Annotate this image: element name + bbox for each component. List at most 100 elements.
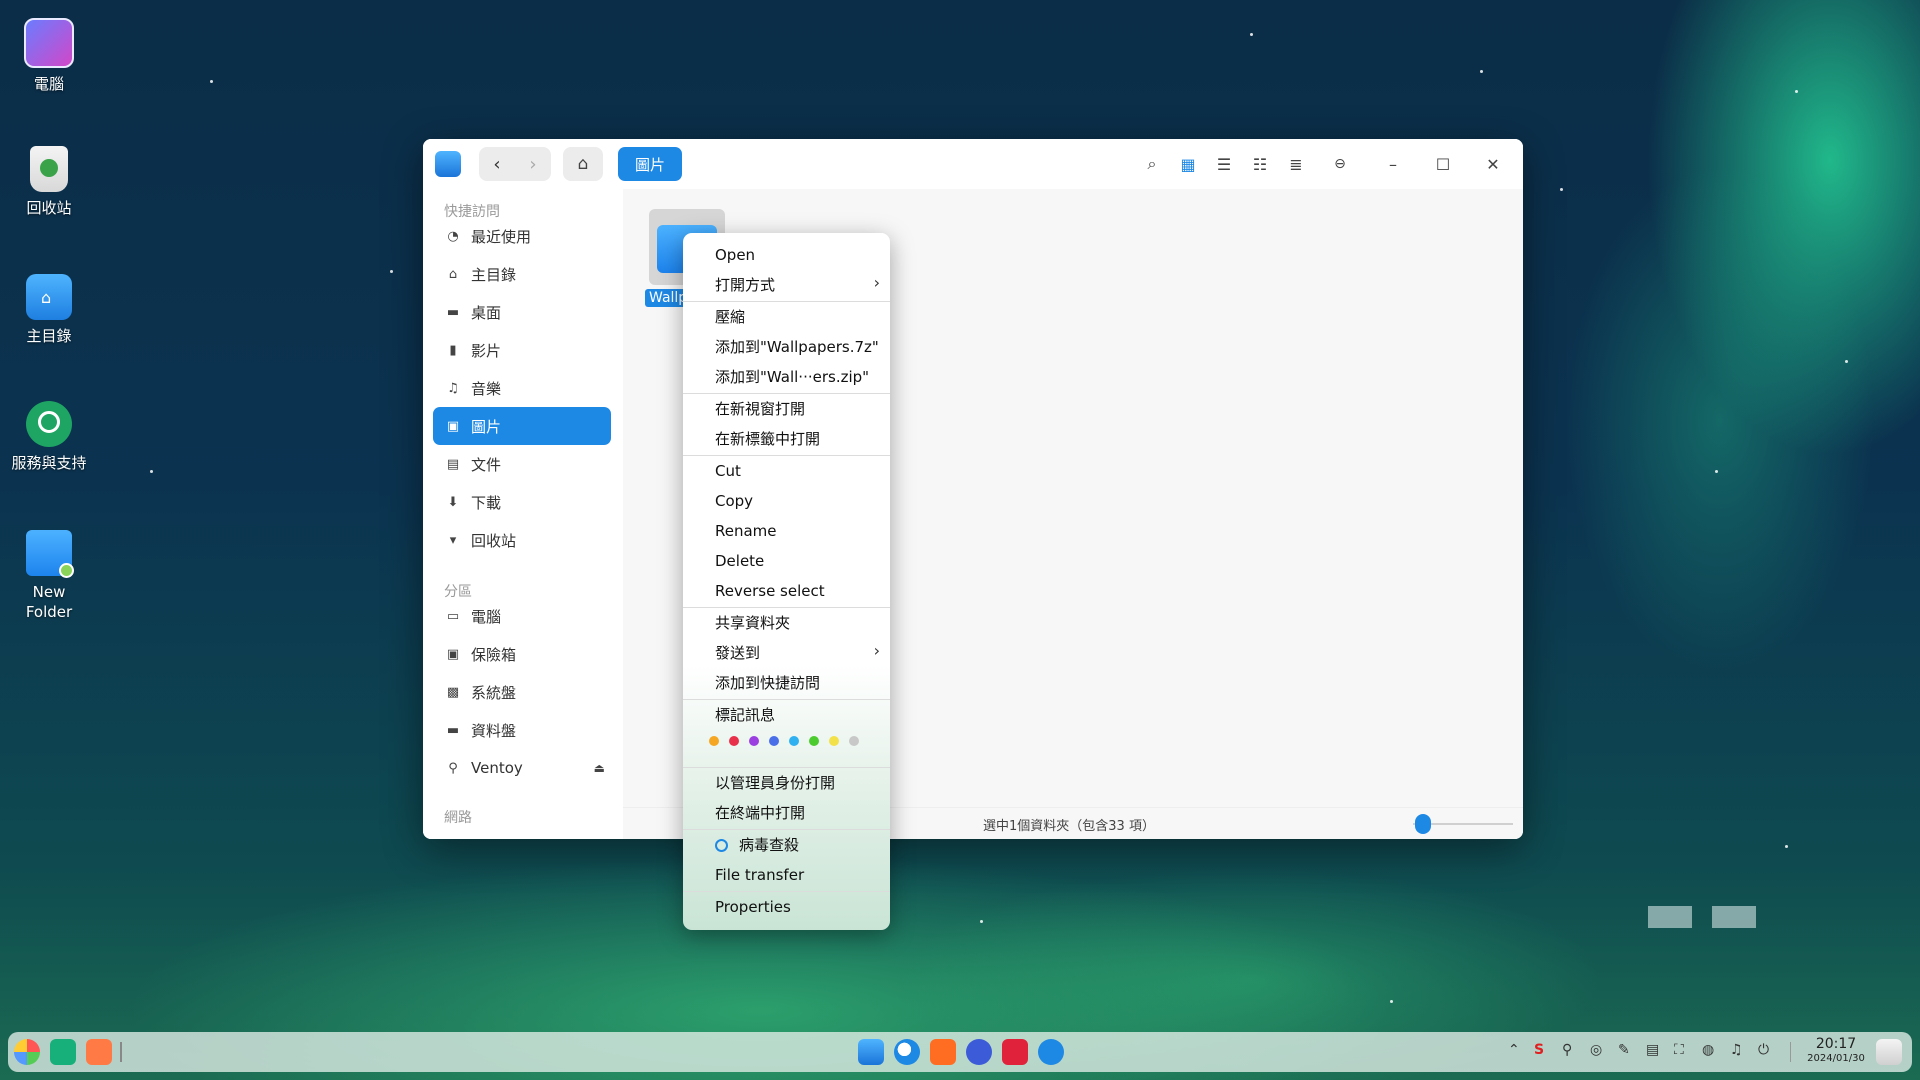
menu-item-share-folder[interactable]: 共享資料夾: [715, 611, 790, 635]
sidebar-item-label: 圖片: [471, 417, 502, 436]
sidebar: 快捷訪問 ◔ 最近使用 ⌂ 主目錄 ▬ 桌面 ▮ 影片 ♫ 音樂 ▣ 圖片 ▤ 文件 ⬇ 下載 …: [423, 189, 623, 839]
sidebar-item-pictures[interactable]: ▣ 圖片: [433, 407, 611, 445]
tree-view-icon[interactable]: ☷: [1243, 147, 1277, 181]
menu-item-open-as-admin[interactable]: 以管理員身份打開: [715, 771, 835, 795]
menu-item-virus-scan[interactable]: 病毒查殺: [739, 833, 799, 857]
menu-item-delete[interactable]: Delete: [715, 549, 764, 573]
sidebar-item-trash[interactable]: ▾ 回收站: [433, 521, 611, 559]
tag-color-dot[interactable]: [809, 736, 819, 746]
menu-separator: [683, 699, 890, 700]
terminal-icon[interactable]: [1002, 1039, 1028, 1065]
document-icon: ▤: [446, 456, 460, 472]
maximize-button[interactable]: ☐: [1423, 147, 1463, 181]
clock-time: 20:17: [1815, 1036, 1857, 1052]
usb-tray-icon[interactable]: ⚲: [1562, 1042, 1572, 1058]
tag-color-dot[interactable]: [729, 736, 739, 746]
tray-expand-icon[interactable]: ⌃: [1508, 1042, 1520, 1058]
menu-item-tag-info[interactable]: 標記訊息: [715, 703, 775, 727]
menu-item-properties[interactable]: Properties: [715, 895, 791, 919]
menu-item-compress[interactable]: 壓縮: [715, 305, 745, 329]
desktop-icon-computer[interactable]: 電腦: [8, 18, 90, 94]
tag-color-dot[interactable]: [849, 736, 859, 746]
menu-item-copy[interactable]: Copy: [715, 489, 753, 513]
forward-button[interactable]: ›: [515, 147, 551, 181]
app-store-icon[interactable]: [930, 1039, 956, 1065]
screenshot-icon[interactable]: ⛶: [1674, 1042, 1684, 1058]
menu-item-open-with[interactable]: 打開方式: [715, 273, 775, 297]
power-icon[interactable]: ⏻: [1758, 1042, 1769, 1058]
breadcrumb-current[interactable]: 圖片: [618, 147, 682, 181]
search-icon[interactable]: ⌕: [1135, 147, 1169, 181]
menu-item-reverse-select[interactable]: Reverse select: [715, 579, 825, 603]
tag-color-dot[interactable]: [769, 736, 779, 746]
menu-item-add-zip[interactable]: 添加到"Wall···ers.zip": [715, 365, 869, 389]
sidebar-item-system-disk[interactable]: ▩ 系統盤: [433, 673, 611, 711]
tag-color-dot[interactable]: [709, 736, 719, 746]
clock[interactable]: 20:17 2024/01/30: [1806, 1036, 1866, 1066]
menu-separator: [683, 607, 890, 608]
home-button[interactable]: ⌂: [563, 147, 603, 181]
menu-item-add-quick-access[interactable]: 添加到快捷訪問: [715, 671, 820, 695]
sidebar-item-desktop[interactable]: ▬ 桌面: [433, 293, 611, 331]
menu-separator: [683, 767, 890, 768]
security-center-icon[interactable]: [1038, 1039, 1064, 1065]
minimize-button[interactable]: –: [1373, 147, 1413, 181]
list-view-icon[interactable]: ☰: [1207, 147, 1241, 181]
sidebar-item-label: 影片: [471, 341, 502, 360]
zoom-slider-handle[interactable]: [1415, 814, 1431, 834]
system-disk-icon: ▩: [446, 684, 460, 700]
sidebar-item-ventoy[interactable]: ⚲ Ventoy ⏏: [433, 749, 611, 787]
file-manager-icon[interactable]: [858, 1039, 884, 1065]
sidebar-item-recent[interactable]: ◔ 最近使用: [433, 217, 611, 255]
notification-icon[interactable]: ♫: [1730, 1042, 1743, 1058]
multitask-view-icon[interactable]: [50, 1039, 76, 1065]
input-method-icon[interactable]: S: [1534, 1042, 1544, 1058]
tray-app-icon[interactable]: ◎: [1590, 1042, 1602, 1058]
pen-icon[interactable]: ✎: [1618, 1042, 1630, 1058]
sidebar-item-videos[interactable]: ▮ 影片: [433, 331, 611, 369]
browser-icon[interactable]: [894, 1039, 920, 1065]
eject-icon[interactable]: ⏏: [594, 761, 605, 775]
menu-separator: [683, 301, 890, 302]
sound-icon[interactable]: ◍: [1702, 1042, 1714, 1058]
menu-item-rename[interactable]: Rename: [715, 519, 777, 543]
menu-item-cut[interactable]: Cut: [715, 459, 741, 483]
app-logo-icon: [433, 147, 463, 181]
tag-color-dot[interactable]: [829, 736, 839, 746]
desktop-icon-label: 主目錄: [26, 327, 72, 345]
storage-icon[interactable]: ▤: [1646, 1042, 1659, 1058]
video-icon: ▮: [449, 342, 457, 358]
sidebar-item-computer[interactable]: ▭ 電腦: [433, 597, 611, 635]
desktop-icon-home[interactable]: ⌂ 主目錄: [8, 274, 90, 346]
desktop-icon-trash[interactable]: 回收站: [8, 146, 90, 218]
back-button[interactable]: ‹: [479, 147, 515, 181]
close-button[interactable]: ✕: [1473, 147, 1513, 181]
sidebar-item-home[interactable]: ⌂ 主目錄: [433, 255, 611, 293]
settings-icon[interactable]: [966, 1039, 992, 1065]
menu-item-add-7z[interactable]: 添加到"Wallpapers.7z": [715, 335, 879, 359]
sidebar-item-vault[interactable]: ▣ 保險箱: [433, 635, 611, 673]
sidebar-item-documents[interactable]: ▤ 文件: [433, 445, 611, 483]
desktop-icon-new-folder[interactable]: New Folder: [8, 530, 90, 622]
detail-view-icon[interactable]: ≣: [1279, 147, 1313, 181]
tag-color-dot[interactable]: [749, 736, 759, 746]
menu-item-open[interactable]: Open: [715, 243, 755, 267]
trash-icon[interactable]: [1876, 1039, 1902, 1065]
menu-item-file-transfer[interactable]: File transfer: [715, 863, 804, 887]
desktop-icon: ▬: [446, 304, 460, 320]
workspace-icon[interactable]: [86, 1039, 112, 1065]
picture-icon: ▣: [446, 418, 460, 434]
tag-color-dot[interactable]: [789, 736, 799, 746]
launcher-icon[interactable]: [14, 1039, 40, 1065]
sidebar-item-data-disk[interactable]: ▬ 資料盤: [433, 711, 611, 749]
more-options-icon[interactable]: ⊖: [1323, 147, 1357, 181]
menu-item-open-new-tab[interactable]: 在新標籤中打開: [715, 427, 820, 451]
desktop-icon-support[interactable]: 服務與支持: [8, 401, 90, 473]
sidebar-item-music[interactable]: ♫ 音樂: [433, 369, 611, 407]
sidebar-item-downloads[interactable]: ⬇ 下載: [433, 483, 611, 521]
menu-item-open-in-terminal[interactable]: 在終端中打開: [715, 801, 805, 825]
vault-icon: ▣: [446, 646, 460, 662]
icon-view-icon[interactable]: ▦: [1171, 147, 1205, 181]
menu-item-send-to[interactable]: 發送到: [715, 641, 760, 665]
menu-item-open-new-window[interactable]: 在新視窗打開: [715, 397, 805, 421]
